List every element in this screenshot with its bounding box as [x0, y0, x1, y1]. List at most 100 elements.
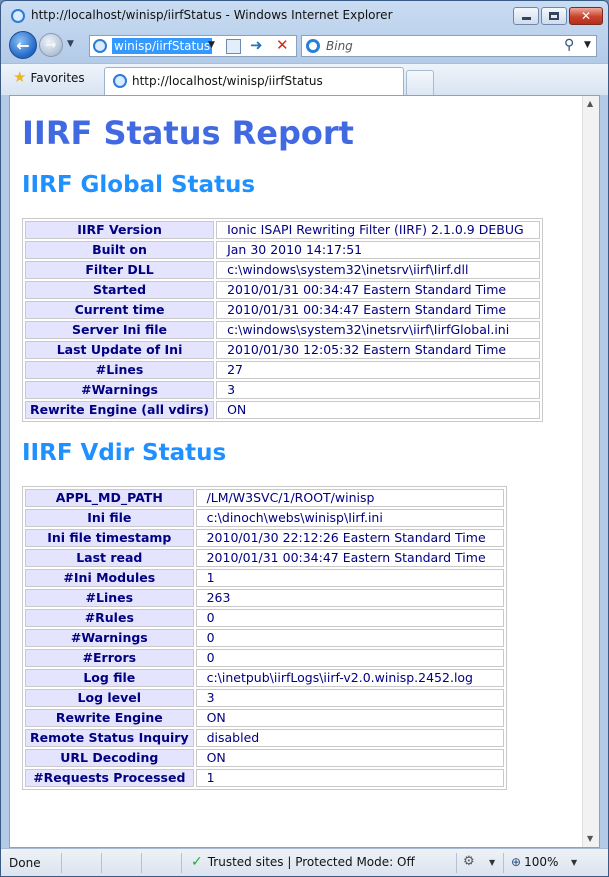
ie-page-icon: [11, 9, 25, 23]
back-icon: ←: [16, 35, 30, 55]
status-row: Last Update of Ini 2010/01/30 12:05:32 Ea…: [25, 341, 541, 359]
favorites-bar: ★ Favorites http://localhost/winisp/iirf…: [1, 63, 608, 96]
status-value: 2010/01/31 00:34:47 Eastern Standard Tim…: [216, 281, 541, 299]
status-value: 0: [195, 629, 504, 647]
status-row: Remote Status Inquiry disabled: [25, 729, 504, 747]
minimize-icon: [521, 17, 531, 20]
page-favicon-icon: [93, 39, 107, 53]
status-key: #Lines: [25, 589, 194, 607]
status-row: Current time 2010/01/31 00:34:47 Eastern …: [25, 301, 541, 319]
status-value: ON: [195, 709, 504, 727]
status-divider: [456, 853, 457, 873]
status-row: Built on Jan 30 2010 14:17:51: [25, 241, 541, 259]
title-bar[interactable]: http://localhost/winisp/iirfStatus - Win…: [1, 1, 608, 29]
status-value: c:\windows\system32\inetsrv\iirf\Iirf.dl…: [216, 261, 541, 279]
status-key: Rewrite Engine (all vdirs): [25, 401, 215, 419]
go-icon[interactable]: ➜: [250, 36, 263, 54]
status-value: 2010/01/31 00:34:47 Eastern Standard Tim…: [216, 301, 541, 319]
status-row: #Errors 0: [25, 649, 504, 667]
global-status-table: IIRF Version Ionic ISAPI Rewriting Filter…: [22, 218, 544, 422]
addons-dropdown-icon[interactable]: ▼: [489, 858, 495, 867]
status-key: #Rules: [25, 609, 194, 627]
status-value: Ionic ISAPI Rewriting Filter (IIRF) 2.1.…: [216, 221, 541, 239]
status-value: ON: [216, 401, 541, 419]
status-value: 2010/01/31 00:34:47 Eastern Standard Tim…: [195, 549, 504, 567]
popup-blocker-icon[interactable]: ⚙: [463, 854, 475, 869]
status-row: Rewrite Engine ON: [25, 709, 504, 727]
scroll-down-icon[interactable]: ▼: [587, 834, 593, 843]
address-bar[interactable]: winisp/iirfStatus ▼ ➜ ✕: [89, 35, 297, 57]
zoom-control[interactable]: ⊕ 100%: [511, 855, 558, 869]
status-key: Built on: [25, 241, 215, 259]
status-row: Started 2010/01/31 00:34:47 Eastern Stand…: [25, 281, 541, 299]
status-value: 2010/01/30 22:12:26 Eastern Standard Tim…: [195, 529, 504, 547]
search-icon[interactable]: ⚲: [564, 37, 574, 53]
security-zone[interactable]: ✓ Trusted sites | Protected Mode: Off: [191, 855, 415, 869]
status-divider: [181, 853, 182, 873]
status-row: #Requests Processed 1: [25, 769, 504, 787]
vdir-status-table: APPL_MD_PATH/LM/W3SVC/1/ROOT/winisp Ini f…: [22, 486, 507, 790]
stop-icon[interactable]: ✕: [276, 36, 289, 54]
search-options-dropdown-icon[interactable]: ▼: [584, 40, 591, 50]
compat-view-icon[interactable]: [226, 39, 241, 54]
bing-icon: [306, 39, 320, 53]
status-key: URL Decoding: [25, 749, 194, 767]
recent-pages-dropdown-icon[interactable]: ▼: [67, 39, 74, 49]
status-row: #Lines 263: [25, 589, 504, 607]
maximize-button[interactable]: [541, 7, 567, 25]
status-row: Server Ini file c:\windows\system32\inets…: [25, 321, 541, 339]
status-key: Filter DLL: [25, 261, 215, 279]
status-value: 2010/01/30 12:05:32 Eastern Standard Tim…: [216, 341, 541, 359]
address-dropdown-icon[interactable]: ▼: [208, 40, 215, 50]
status-key: #Lines: [25, 361, 215, 379]
magnifier-icon: ⊕: [511, 855, 522, 869]
page-title: IIRF Status Report: [22, 114, 354, 152]
minimize-button[interactable]: [513, 7, 539, 25]
favorites-button[interactable]: ★ Favorites: [13, 70, 85, 85]
checkmark-icon: ✓: [191, 854, 203, 870]
close-button[interactable]: ✕: [569, 7, 603, 25]
status-divider: [61, 853, 62, 873]
navigation-bar: ← → ▼ winisp/iirfStatus ▼ ➜ ✕ Bing ⚲ ▼: [1, 29, 608, 63]
status-key: #Requests Processed: [25, 769, 194, 787]
status-row: URL Decoding ON: [25, 749, 504, 767]
vertical-scrollbar[interactable]: ▲ ▼: [582, 96, 599, 847]
status-text: Done: [9, 856, 41, 870]
page-viewport: IIRF Status Report IIRF Global Status II…: [9, 95, 600, 848]
zoom-dropdown-icon[interactable]: ▼: [571, 858, 577, 867]
search-box[interactable]: Bing ⚲ ▼: [301, 35, 597, 57]
address-input[interactable]: winisp/iirfStatus: [112, 38, 213, 54]
status-row: Log file c:\inetpub\iirfLogs\iirf-v2.0.wi…: [25, 669, 504, 687]
status-row: Rewrite Engine (all vdirs) ON: [25, 401, 541, 419]
status-divider: [141, 853, 142, 873]
vdir-status-heading: IIRF Vdir Status: [22, 440, 227, 466]
status-value: 1: [195, 769, 504, 787]
status-key: #Errors: [25, 649, 194, 667]
status-key: Current time: [25, 301, 215, 319]
scroll-up-icon[interactable]: ▲: [587, 99, 593, 108]
ie-window: http://localhost/winisp/iirfStatus - Win…: [0, 0, 609, 877]
status-key: #Warnings: [25, 381, 215, 399]
status-key: IIRF Version: [25, 221, 215, 239]
back-button[interactable]: ←: [9, 31, 37, 59]
status-row: IIRF Version Ionic ISAPI Rewriting Filter…: [25, 221, 541, 239]
status-key: Ini file timestamp: [25, 529, 194, 547]
status-row: Last read 2010/01/31 00:34:47 Eastern Sta…: [25, 549, 504, 567]
status-value: Jan 30 2010 14:17:51: [216, 241, 541, 259]
new-tab-button[interactable]: [406, 70, 434, 95]
status-key: Log level: [25, 689, 194, 707]
status-key: Ini file: [25, 509, 194, 527]
status-key: Last Update of Ini: [25, 341, 215, 359]
search-input[interactable]: Bing: [326, 39, 353, 53]
status-value: c:\dinoch\webs\winisp\Iirf.ini: [195, 509, 504, 527]
status-value: c:\windows\system32\inetsrv\iirf\IirfGlo…: [216, 321, 541, 339]
status-key: Last read: [25, 549, 194, 567]
status-key: Remote Status Inquiry: [25, 729, 194, 747]
forward-button[interactable]: →: [39, 33, 63, 57]
forward-icon: →: [45, 37, 57, 53]
status-key: APPL_MD_PATH: [25, 489, 194, 507]
status-row: APPL_MD_PATH/LM/W3SVC/1/ROOT/winisp: [25, 489, 504, 507]
tab-current-page[interactable]: http://localhost/winisp/iirfStatus: [104, 67, 404, 96]
status-value: disabled: [195, 729, 504, 747]
close-icon: ✕: [580, 9, 592, 23]
